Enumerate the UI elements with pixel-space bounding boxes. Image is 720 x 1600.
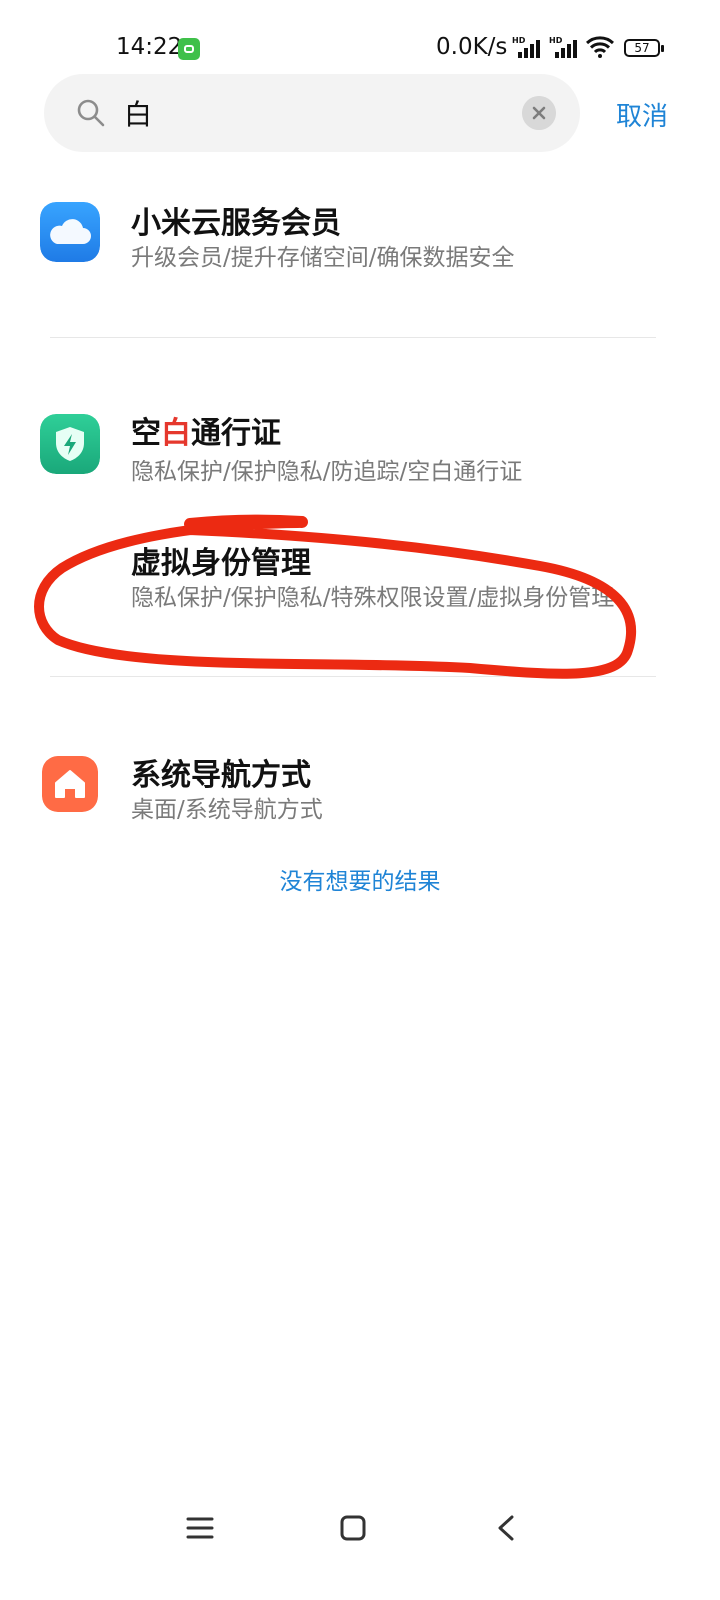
network-speed: 0.0K/s <box>436 34 508 60</box>
list-item[interactable]: 空白通行证 隐私保护/保护隐私/防追踪/空白通行证 <box>0 400 720 500</box>
list-item[interactable]: 小米云服务会员 升级会员/提升存储空间/确保数据安全 <box>0 190 720 300</box>
result-title: 小米云服务会员 <box>131 206 341 241</box>
wifi-icon <box>586 36 614 58</box>
search-icon <box>77 99 105 127</box>
divider <box>50 676 656 677</box>
clear-icon[interactable] <box>522 96 556 130</box>
home-icon <box>42 756 98 812</box>
signal-strength-icon: HD <box>512 36 540 58</box>
highlight-match: 白 <box>161 416 191 451</box>
list-item[interactable]: 系统导航方式 桌面/系统导航方式 <box>0 744 720 834</box>
cloud-icon <box>40 202 100 262</box>
result-subtitle: 隐私保护/保护隐私/防追踪/空白通行证 <box>131 459 523 485</box>
result-subtitle: 隐私保护/保护隐私/特殊权限设置/虚拟身份管理 <box>131 585 615 611</box>
divider <box>50 337 656 338</box>
android-robot-icon <box>178 38 200 60</box>
hd-label: HD <box>549 36 563 45</box>
navigation-bar <box>0 1488 720 1568</box>
cancel-button[interactable]: 取消 <box>616 96 668 133</box>
no-result-link[interactable]: 没有想要的结果 <box>0 862 720 896</box>
battery-icon: 57 <box>624 39 664 57</box>
search-input[interactable] <box>124 90 504 136</box>
signal-strength-icon: HD <box>549 36 577 58</box>
menu-icon[interactable] <box>186 1516 214 1540</box>
hd-label: HD <box>512 36 526 45</box>
shield-lightning-icon <box>40 414 100 474</box>
result-subtitle: 桌面/系统导航方式 <box>131 797 323 823</box>
result-title: 空白通行证 <box>131 416 281 451</box>
result-subtitle: 升级会员/提升存储空间/确保数据安全 <box>131 245 515 271</box>
back-chevron-icon[interactable] <box>496 1514 516 1542</box>
square-home-icon[interactable] <box>340 1514 366 1542</box>
search-bar[interactable] <box>44 74 580 152</box>
result-title: 虚拟身份管理 <box>131 546 311 581</box>
list-item[interactable]: 虚拟身份管理 隐私保护/保护隐私/特殊权限设置/虚拟身份管理 <box>0 530 720 620</box>
status-time: 14:22 <box>116 34 183 60</box>
result-title: 系统导航方式 <box>131 758 311 793</box>
